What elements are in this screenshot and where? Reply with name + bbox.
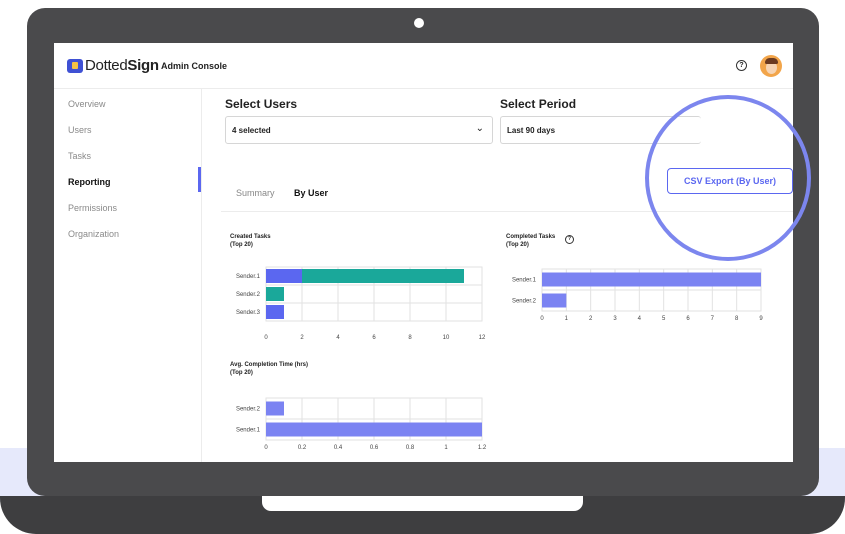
logo[interactable]: DottedSign xyxy=(85,57,159,74)
x-tick-label: 0.6 xyxy=(370,445,379,451)
x-tick-label: 8 xyxy=(408,335,412,341)
avg-completion-title-line2: (Top 20) xyxy=(230,370,253,376)
sidebar-item-organization[interactable]: Organization xyxy=(68,229,119,239)
x-tick-label: 7 xyxy=(711,316,715,322)
highlight-ring xyxy=(645,95,811,261)
users-select-value: 4 selected xyxy=(232,126,271,135)
logo-text-light: Dotted xyxy=(85,57,128,74)
avg-completion-title-line1: Avg. Completion Time (hrs) xyxy=(230,362,309,368)
x-tick-label: 9 xyxy=(759,316,763,322)
y-category-label: Sender.1 xyxy=(236,428,261,434)
avatar-hair xyxy=(765,58,778,64)
x-tick-label: 1 xyxy=(444,445,448,451)
sidebar-item-users[interactable]: Users xyxy=(68,125,92,135)
created-tasks-chart: 0 2 4 6 8 10 12 Sender.1 Sender.2 Sender.3 xyxy=(236,266,486,341)
app-screen: DottedSign Admin Console ? Overview User… xyxy=(54,43,793,462)
x-tick-label: 0.2 xyxy=(298,445,307,451)
x-tick-label: 8 xyxy=(735,316,739,322)
created-tasks-title-line2: (Top 20) xyxy=(230,242,253,248)
help-icon[interactable]: ? xyxy=(736,60,747,71)
bar xyxy=(266,287,284,301)
completed-tasks-help-icon[interactable]: ? xyxy=(565,235,574,244)
logo-text-bold: Sign xyxy=(127,57,159,74)
avg-completion-chart: 0 0.2 0.4 0.6 0.8 1 1.2 Sender.2 Sender.1 xyxy=(236,397,487,451)
x-tick-label: 10 xyxy=(443,335,450,341)
x-tick-label: 3 xyxy=(613,316,617,322)
y-category-label: Sender.2 xyxy=(236,407,261,413)
avatar[interactable] xyxy=(760,55,782,77)
chevron-down-icon: ⌄ xyxy=(475,123,484,134)
top-bar: DottedSign Admin Console ? xyxy=(54,43,793,89)
x-tick-label: 1 xyxy=(565,316,569,322)
sidebar-item-permissions[interactable]: Permissions xyxy=(68,203,117,213)
bar xyxy=(266,305,284,319)
y-category-label: Sender.2 xyxy=(512,299,537,305)
x-tick-label: 0 xyxy=(264,335,268,341)
x-tick-label: 0.4 xyxy=(334,445,343,451)
completed-tasks-title-line2: (Top 20) xyxy=(506,242,529,248)
sidebar-item-overview[interactable]: Overview xyxy=(68,99,106,109)
completed-tasks-chart: 0 1 2 3 4 5 6 7 8 9 Sender.1 Sender.2 xyxy=(512,268,763,322)
y-category-label: Sender.1 xyxy=(236,274,261,280)
x-tick-label: 6 xyxy=(372,335,376,341)
bar xyxy=(266,422,482,437)
x-tick-label: 4 xyxy=(336,335,340,341)
bar xyxy=(266,401,284,416)
y-category-label: Sender.2 xyxy=(236,292,261,298)
camera-dot xyxy=(414,18,424,28)
sidebar-item-tasks[interactable]: Tasks xyxy=(68,151,91,161)
bar xyxy=(302,269,464,283)
tab-summary[interactable]: Summary xyxy=(236,188,275,198)
x-tick-label: 0 xyxy=(264,445,268,451)
x-tick-label: 0.8 xyxy=(406,445,415,451)
console-title: Admin Console xyxy=(161,61,228,71)
users-select[interactable]: 4 selected ⌄ xyxy=(225,116,493,144)
bar xyxy=(542,272,761,287)
x-tick-label: 0 xyxy=(540,316,544,322)
avg-completion-title: Avg. Completion Time (hrs) (Top 20) xyxy=(230,361,308,377)
created-tasks-title-line1: Created Tasks xyxy=(230,234,271,240)
completed-tasks-title-line1: Completed Tasks xyxy=(506,234,556,240)
x-tick-label: 12 xyxy=(479,335,486,341)
logo-icon xyxy=(67,59,83,73)
created-tasks-title: Created Tasks (Top 20) xyxy=(230,233,271,249)
x-tick-label: 5 xyxy=(662,316,666,322)
active-nav-indicator xyxy=(198,167,201,192)
y-category-label: Sender.3 xyxy=(236,310,261,316)
sidebar-item-reporting[interactable]: Reporting xyxy=(68,177,111,187)
completed-tasks-title: Completed Tasks (Top 20) xyxy=(506,233,555,249)
sidebar: Overview Users Tasks Reporting Permissio… xyxy=(54,89,202,462)
laptop-notch xyxy=(262,496,583,511)
bar xyxy=(266,269,302,283)
tab-by-user[interactable]: By User xyxy=(294,188,328,198)
select-users-label: Select Users xyxy=(225,97,298,111)
bar xyxy=(542,293,567,308)
x-tick-label: 4 xyxy=(638,316,642,322)
x-tick-label: 1.2 xyxy=(478,445,487,451)
x-tick-label: 6 xyxy=(686,316,690,322)
x-tick-label: 2 xyxy=(589,316,593,322)
y-category-label: Sender.1 xyxy=(512,278,537,284)
x-tick-label: 2 xyxy=(300,335,304,341)
period-select-value: Last 90 days xyxy=(507,126,556,135)
select-period-label: Select Period xyxy=(500,97,577,111)
